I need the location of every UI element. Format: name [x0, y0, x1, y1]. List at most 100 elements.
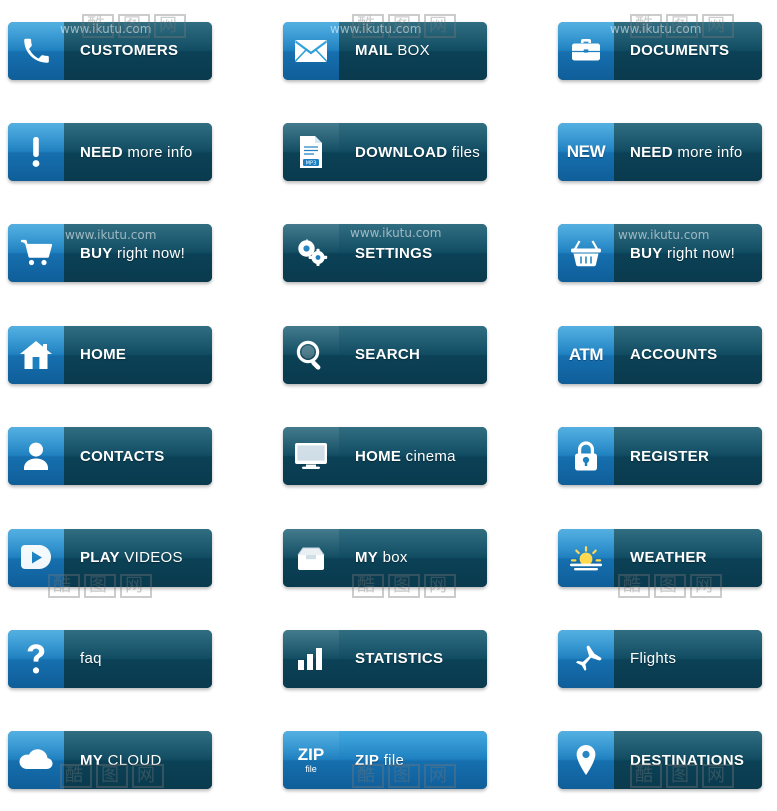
phone-icon: [8, 21, 64, 80]
sunrise-icon: [558, 528, 614, 587]
grid-cell: HOME: [0, 304, 259, 405]
button-label-panel: BUY right now!: [614, 224, 762, 283]
button-label-secondary: VIDEOS: [119, 549, 183, 567]
button-statistics[interactable]: STATISTICS: [283, 629, 487, 688]
button-label: faq: [64, 650, 102, 667]
button-label-panel: SETTINGS: [339, 224, 487, 283]
button-label-panel: SEARCH: [339, 325, 487, 384]
grid-cell: PLAY VIDEOS: [0, 507, 259, 608]
button-label-primary: STATISTICS: [355, 650, 444, 668]
button-label-primary: ZIP: [355, 751, 380, 769]
button-accounts[interactable]: ATM ACCOUNTS: [558, 325, 762, 384]
button-weather[interactable]: WEATHER: [558, 528, 762, 587]
button-label-panel: Flights: [614, 629, 762, 688]
button-label-secondary: BOX: [392, 42, 430, 60]
house-icon: [8, 325, 64, 384]
new-badge-icon: NEW: [558, 123, 614, 182]
button-label-primary: BUY: [80, 244, 113, 262]
button-label: WEATHER: [614, 549, 707, 566]
grid-cell: MP3 DOWNLOAD files: [259, 101, 518, 202]
button-label-panel: REGISTER: [614, 427, 762, 486]
button-need-more-info-2[interactable]: NEW NEED more info: [558, 123, 762, 182]
atm-badge-icon: ATM: [558, 325, 614, 384]
button-buy-right-now-2[interactable]: BUY right now!: [558, 224, 762, 283]
airplane-icon: [558, 629, 614, 688]
button-label-primary: ACCOUNTS: [630, 346, 718, 364]
button-zip-file[interactable]: ZIP file ZIP file: [283, 731, 487, 790]
button-label-panel: PLAY VIDEOS: [64, 528, 212, 587]
button-label-panel: DOWNLOAD files: [339, 123, 487, 182]
button-label-primary: DOCUMENTS: [630, 42, 730, 60]
button-label-panel: CONTACTS: [64, 427, 212, 486]
question-mark-icon: [8, 629, 64, 688]
zip-badge-text: ZIP file: [297, 745, 325, 775]
button-label: Flights: [614, 650, 676, 667]
button-label-panel: NEED more info: [614, 123, 762, 182]
button-label-primary: WEATHER: [630, 549, 707, 567]
button-settings[interactable]: SETTINGS: [283, 224, 487, 283]
button-label-primary: SEARCH: [355, 346, 421, 364]
grid-cell: WEATHER: [518, 507, 777, 608]
button-my-cloud[interactable]: MY CLOUD: [8, 731, 212, 790]
button-mail-box[interactable]: MAIL BOX: [283, 21, 487, 80]
grid-cell: STATISTICS: [259, 608, 518, 709]
button-label-secondary: Flights: [630, 650, 677, 668]
button-destinations[interactable]: DESTINATIONS: [558, 731, 762, 790]
button-search[interactable]: SEARCH: [283, 325, 487, 384]
button-customers[interactable]: CUSTOMERS: [8, 21, 212, 80]
button-label: HOME: [64, 346, 126, 363]
grid-cell: DOCUMENTS: [518, 0, 777, 101]
button-label-secondary: more info: [122, 143, 193, 161]
button-label-panel: faq: [64, 629, 212, 688]
svg-text:MP3: MP3: [306, 161, 317, 167]
grid-cell: SETTINGS: [259, 203, 518, 304]
button-label-primary: CUSTOMERS: [80, 42, 179, 60]
button-buy-right-now-1[interactable]: BUY right now!: [8, 224, 212, 283]
button-home-cinema[interactable]: HOME cinema: [283, 427, 487, 486]
button-label: PLAY VIDEOS: [64, 549, 183, 566]
atm-badge-text: ATM: [568, 344, 604, 364]
button-label-secondary: right now!: [112, 244, 186, 262]
button-label: NEED more info: [614, 144, 743, 161]
gears-icon: [283, 224, 339, 283]
new-badge-text: NEW: [566, 142, 606, 162]
button-label: ACCOUNTS: [614, 346, 717, 363]
button-label: SEARCH: [339, 346, 420, 363]
button-label-primary: CONTACTS: [80, 447, 165, 465]
button-contacts[interactable]: CONTACTS: [8, 427, 212, 486]
button-label: BUY right now!: [614, 245, 735, 262]
grid-cell: ZIP file ZIP file: [259, 710, 518, 811]
button-label-secondary: faq: [80, 650, 102, 668]
button-label-secondary: cinema: [401, 447, 456, 465]
button-home[interactable]: HOME: [8, 325, 212, 384]
user-icon: [8, 427, 64, 486]
button-label-panel: ZIP file: [339, 731, 487, 790]
cloud-icon: [8, 731, 64, 790]
button-label: BUY right now!: [64, 245, 185, 262]
button-need-more-info-1[interactable]: NEED more info: [8, 123, 212, 182]
button-documents[interactable]: DOCUMENTS: [558, 21, 762, 80]
button-label: DOCUMENTS: [614, 42, 729, 59]
button-label: MY box: [339, 549, 408, 566]
grid-cell: ATM ACCOUNTS: [518, 304, 777, 405]
button-download-files[interactable]: MP3 DOWNLOAD files: [283, 123, 487, 182]
button-my-box[interactable]: MY box: [283, 528, 487, 587]
button-label-panel: MAIL BOX: [339, 21, 487, 80]
monitor-icon: [283, 427, 339, 486]
button-play-videos[interactable]: PLAY VIDEOS: [8, 528, 212, 587]
button-flights[interactable]: Flights: [558, 629, 762, 688]
button-faq[interactable]: faq: [8, 629, 212, 688]
grid-cell: DESTINATIONS: [518, 710, 777, 811]
button-label-secondary: box: [378, 549, 408, 567]
button-label-panel: DOCUMENTS: [614, 21, 762, 80]
button-label-panel: MY CLOUD: [64, 731, 212, 790]
button-label-secondary: file: [379, 751, 405, 769]
open-box-icon: [283, 528, 339, 587]
button-label-panel: CUSTOMERS: [64, 21, 212, 80]
button-label: MY CLOUD: [64, 752, 162, 769]
grid-cell: BUY right now!: [0, 203, 259, 304]
button-label: NEED more info: [64, 144, 193, 161]
button-label: DOWNLOAD files: [339, 144, 480, 161]
button-register[interactable]: REGISTER: [558, 427, 762, 486]
button-label: STATISTICS: [339, 650, 443, 667]
